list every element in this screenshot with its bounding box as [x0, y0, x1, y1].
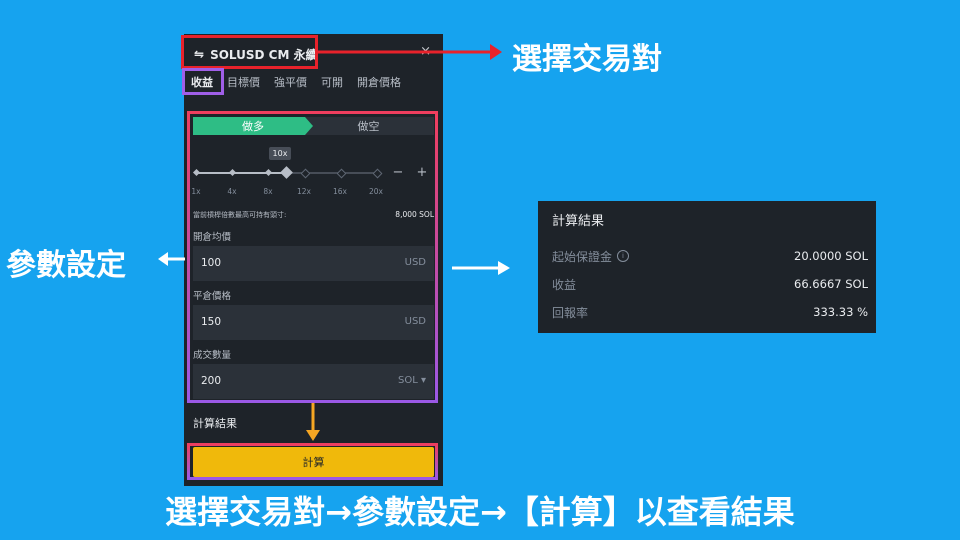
close-icon[interactable]: × [420, 44, 431, 59]
arrow-to-params-label [158, 252, 185, 266]
tab-liquidation-price[interactable]: 強平價 [267, 74, 314, 90]
pnl-value: 66.6667 SOL [794, 277, 868, 291]
initial-margin-label: 起始保證金 [552, 249, 613, 264]
select-pair-callout: 選擇交易對 [512, 42, 662, 77]
roe-label: 回報率 [552, 305, 589, 320]
roe-value: 333.33 % [813, 305, 868, 319]
info-icon[interactable]: i [617, 250, 630, 262]
tab-max-open[interactable]: 可開 [314, 74, 350, 90]
params-highlight-box [187, 111, 438, 403]
arrow-to-results [452, 261, 510, 275]
tab-target-price[interactable]: 目標價 [220, 74, 267, 90]
results-title: 計算結果 [552, 214, 605, 229]
pnl-label: 收益 [552, 277, 577, 292]
set-params-callout: 參數設定 [6, 248, 126, 283]
pnl-row: 收益 66.6667 SOL [552, 274, 868, 294]
pair-highlight-box [181, 35, 318, 69]
result-label: 計算結果 [193, 417, 237, 430]
results-card: 計算結果 起始保證金 i 20.0000 SOL 收益 66.6667 SOL … [538, 201, 876, 333]
bottom-caption: 選擇交易對→參數設定→【計算】以查看結果 [165, 493, 795, 531]
initial-margin-row: 起始保證金 i 20.0000 SOL [552, 246, 868, 266]
tab-entry-price[interactable]: 開倉價格 [350, 74, 408, 90]
roe-row: 回報率 333.33 % [552, 302, 868, 322]
initial-margin-value: 20.0000 SOL [794, 249, 868, 263]
tab-highlight-box [182, 68, 224, 95]
calculate-highlight-box [187, 443, 438, 480]
